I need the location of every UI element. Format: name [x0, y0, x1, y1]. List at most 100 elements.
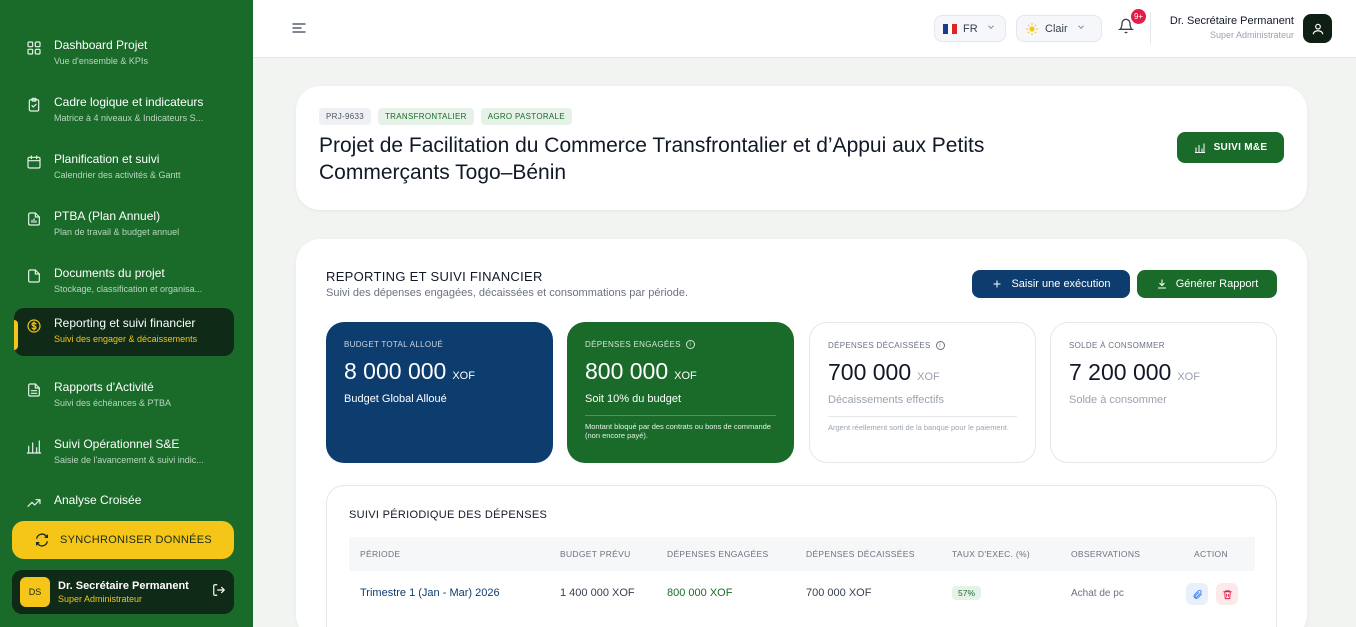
- kpi-value: 800 000: [585, 358, 669, 384]
- calendar-icon: [26, 154, 42, 170]
- sidebar-item-title: Dashboard Projet: [54, 38, 148, 52]
- sidebar-item-dashboard[interactable]: Dashboard Projet Vue d'ensemble & KPIs: [14, 30, 234, 78]
- sync-icon: [35, 533, 48, 547]
- plus-icon: [993, 280, 1001, 288]
- user-avatar-icon[interactable]: [1303, 14, 1332, 43]
- sidebar-item-reporting[interactable]: Reporting et suivi financier Suivi des en…: [14, 308, 234, 356]
- sidebar-user-card: DS Dr. Secrétaire Permanent Super Admini…: [12, 570, 234, 614]
- grid-icon: [26, 40, 42, 56]
- sidebar-item-planification[interactable]: Planification et suivi Calendrier des act…: [14, 144, 234, 192]
- kpi-label-row: DÉPENSES DÉCAISSÉES i: [828, 341, 1017, 350]
- sidebar-item-analyse-croisee[interactable]: Analyse Croisée: [14, 485, 234, 507]
- section-title: REPORTING ET SUIVI FINANCIER: [326, 269, 543, 284]
- kpi-label: DÉPENSES DÉCAISSÉES: [828, 341, 931, 350]
- bar-chart-icon: [26, 439, 42, 455]
- topbar-user[interactable]: Dr. Secrétaire Permanent Super Administr…: [1170, 15, 1294, 40]
- project-tags: PRJ-9633 TRANSFRONTALIER AGRO PASTORALE: [319, 108, 572, 125]
- sidebar-item-subtitle: Suivi des échéances & PTBA: [54, 398, 172, 408]
- sidebar-item-ptba[interactable]: PTBA (Plan Annuel) Plan de travail & budg…: [14, 201, 234, 249]
- flag-fr-icon: [943, 23, 958, 34]
- sidebar-item-title: Rapports d'Activité: [54, 380, 154, 394]
- info-icon[interactable]: i: [935, 341, 945, 350]
- logout-icon[interactable]: [212, 583, 226, 602]
- language-selector[interactable]: FR: [934, 15, 1006, 42]
- generer-rapport-label: Générer Rapport: [1175, 278, 1259, 290]
- sidebar-item-subtitle: Matrice à 4 niveaux & Indicateurs S...: [54, 113, 204, 123]
- paperclip-icon: [1193, 589, 1202, 599]
- sidebar-item-title: Analyse Croisée: [54, 493, 142, 507]
- saisir-execution-button[interactable]: Saisir une exécution: [972, 270, 1130, 298]
- file-text-icon: [26, 382, 42, 398]
- kpi-note: Montant bloqué par des contrats ou bons …: [585, 415, 776, 440]
- divider: [1150, 12, 1151, 44]
- delete-button[interactable]: [1216, 583, 1238, 605]
- avatar: DS: [20, 577, 50, 607]
- sidebar: Dashboard Projet Vue d'ensemble & KPIs Ca…: [0, 0, 253, 627]
- bell-icon[interactable]: [1117, 18, 1135, 39]
- saisir-execution-label: Saisir une exécution: [1011, 278, 1111, 290]
- sync-label: SYNCHRONISER DONNÉES: [59, 534, 213, 546]
- sync-button[interactable]: SYNCHRONISER DONNÉES: [12, 521, 234, 559]
- kpi-currency: XOF: [917, 371, 940, 383]
- sidebar-item-title: Planification et suivi: [54, 152, 160, 166]
- kpi-label: DÉPENSES ENGAGÉES: [585, 340, 681, 349]
- period-cell: Trimestre 1 (Jan - Mar) 2026: [360, 587, 500, 599]
- suivi-me-button[interactable]: SUIVI M&E: [1177, 132, 1284, 163]
- bar-chart-icon: [1194, 143, 1205, 153]
- periodic-title: SUIVI PÉRIODIQUE DES DÉPENSES: [349, 509, 548, 521]
- sidebar-item-subtitle: Saisie de l'avancement & suivi indic...: [54, 455, 204, 465]
- sidebar-item-subtitle: Stockage, classification et organisa...: [54, 284, 203, 294]
- kpi-depenses-decaissees: DÉPENSES DÉCAISSÉES i 700 000 XOF Décaisse…: [809, 322, 1036, 463]
- project-header-card: PRJ-9633 TRANSFRONTALIER AGRO PASTORALE …: [296, 86, 1307, 210]
- column-header: PÉRIODE: [360, 549, 401, 559]
- kpi-label-row: DÉPENSES ENGAGÉES i: [585, 340, 776, 349]
- periodic-expenses-card: SUIVI PÉRIODIQUE DES DÉPENSES PÉRIODE BU…: [326, 485, 1277, 627]
- kpi-label: SOLDE À CONSOMMER: [1069, 341, 1165, 350]
- kpi-solde-a-consommer: SOLDE À CONSOMMER 7 200 000 XOF Solde à c…: [1050, 322, 1277, 463]
- clipboard-check-icon: [26, 97, 42, 113]
- reporting-card: REPORTING ET SUIVI FINANCIER Suivi des d…: [296, 239, 1307, 627]
- generer-rapport-button[interactable]: Générer Rapport: [1137, 270, 1277, 298]
- kpi-currency: XOF: [674, 370, 697, 382]
- sidebar-item-rapports[interactable]: Rapports d'Activité Suivi des échéances &…: [14, 372, 234, 420]
- sun-icon: [1026, 22, 1038, 35]
- kpi-value: 700 000: [828, 359, 912, 385]
- menu-toggle-icon[interactable]: [291, 20, 307, 41]
- language-label: FR: [963, 22, 978, 35]
- attachment-button[interactable]: [1186, 583, 1208, 605]
- trash-icon: [1222, 589, 1232, 599]
- kpi-description: Budget Global Alloué: [344, 393, 447, 405]
- sidebar-item-subtitle: Calendrier des activités & Gantt: [54, 170, 181, 180]
- column-header: BUDGET PRÉVU: [560, 549, 631, 559]
- user-role: Super Administrateur: [1209, 30, 1294, 40]
- sidebar-item-title: Documents du projet: [54, 266, 165, 280]
- observation-cell: Achat de pc: [1071, 588, 1124, 599]
- sidebar-item-title: Reporting et suivi financier: [54, 316, 196, 330]
- kpi-value: 7 200 000: [1069, 359, 1172, 385]
- user-role: Super Administrateur: [58, 594, 143, 604]
- column-header: TAUX D'EXEC. (%): [952, 549, 1031, 559]
- kpi-label: BUDGET TOTAL ALLOUÉ: [344, 340, 444, 349]
- download-icon: [1157, 279, 1166, 289]
- sidebar-item-documents[interactable]: Documents du projet Stockage, classificat…: [14, 258, 234, 306]
- chevron-down-icon: [978, 22, 996, 35]
- table-header: PÉRIODE BUDGET PRÉVU DÉPENSES ENGAGÉES D…: [349, 537, 1255, 571]
- notification-badge: 9+: [1131, 9, 1146, 24]
- sidebar-item-subtitle: Vue d'ensemble & KPIs: [54, 56, 148, 66]
- chevron-down-icon: [1068, 22, 1086, 35]
- topbar: FR Clair 9+ Dr. Secrétaire Permanent Sup…: [253, 0, 1356, 58]
- sidebar-item-subtitle: Plan de travail & budget annuel: [54, 227, 180, 237]
- kpi-currency: XOF: [452, 370, 475, 382]
- sidebar-item-title: Cadre logique et indicateurs: [54, 95, 204, 109]
- sidebar-item-title: PTBA (Plan Annuel): [54, 209, 161, 223]
- theme-selector[interactable]: Clair: [1016, 15, 1102, 42]
- table-row: Trimestre 1 (Jan - Mar) 2026 1 400 000 X…: [349, 571, 1255, 615]
- sidebar-item-cadre-logique[interactable]: Cadre logique et indicateurs Matrice à 4 …: [14, 87, 234, 135]
- file-chart-icon: [26, 211, 42, 227]
- project-tag: TRANSFRONTALIER: [377, 108, 474, 125]
- sidebar-item-suivi-operationnel[interactable]: Suivi Opérationnel S&E Saisie de l'avance…: [14, 429, 234, 477]
- user-name: Dr. Secrétaire Permanent: [1169, 15, 1294, 27]
- kpi-description: Décaissements effectifs: [828, 394, 944, 406]
- info-icon[interactable]: i: [685, 340, 695, 349]
- section-subtitle: Suivi des dépenses engagées, décaissées …: [326, 287, 689, 299]
